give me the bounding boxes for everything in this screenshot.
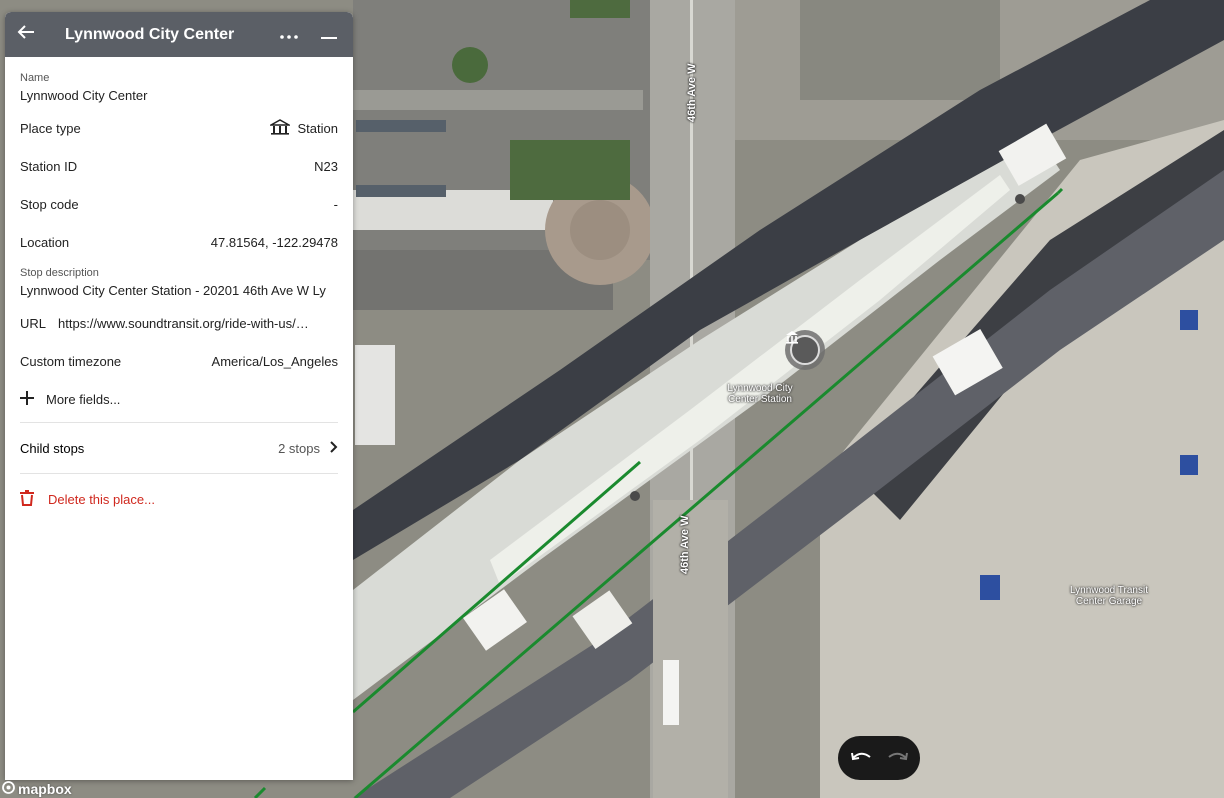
delete-label: Delete this place... [48,491,155,507]
timezone-field[interactable]: Custom timezone America/Los_Angeles [20,342,338,380]
name-label: Name [20,72,50,84]
field-list: Name Lynnwood City Center Place type Sta… [5,57,353,520]
more-icon [280,26,298,44]
more-fields-button[interactable]: More fields... [20,380,338,418]
arrow-left-icon [17,25,35,44]
stop-description-label: Stop description [20,267,99,279]
undo-button[interactable] [848,744,876,772]
panel-title: Lynnwood City Center [65,25,235,43]
garage-map-label: Lynnwood Transit Center Garage [1069,585,1148,607]
undo-redo-control [838,736,920,780]
panel-header: Lynnwood City Center [5,12,353,57]
station-id-label: Station ID [20,158,78,174]
undo-icon [848,744,876,772]
timezone-value[interactable]: America/Los_Angeles [212,354,338,369]
station-marker[interactable] [785,330,825,370]
more-options-button[interactable] [269,12,309,57]
delete-place-button[interactable]: Delete this place... [20,478,338,520]
location-label: Location [20,234,70,250]
road-label-46th-ave-bottom: 46th Ave W [679,515,691,574]
stop-description-value[interactable]: Lynnwood City Center Station - 20201 46t… [20,283,338,298]
back-button[interactable] [5,12,47,57]
minimize-button[interactable] [309,12,353,57]
more-fields-label: More fields... [46,391,121,407]
station-id-value[interactable]: N23 [314,159,338,174]
attribution-text: mapbox [18,781,72,797]
divider [20,422,338,423]
location-value[interactable]: 47.81564, -122.29478 [211,235,338,250]
name-field[interactable]: Name Lynnwood City Center [20,57,338,109]
place-type-field[interactable]: Place type Station [20,109,338,147]
timezone-label: Custom timezone [20,353,122,369]
station-icon [267,118,292,138]
redo-button[interactable] [883,744,911,772]
station-id-field[interactable]: Station ID N23 [20,147,338,185]
place-inspector-panel: Lynnwood City Center Name Lynnwood City … [5,12,353,780]
trash-icon [20,489,34,509]
url-value[interactable]: https://www.soundtransit.org/ride-with-u… [58,316,309,331]
station-map-label: Lynnwood City Center Station [727,383,793,405]
station-icon [786,331,820,365]
place-type-value: Station [297,120,338,136]
location-field[interactable]: Location 47.81564, -122.29478 [20,223,338,261]
mapbox-logo[interactable]: mapbox [2,781,72,797]
redo-icon [883,744,911,772]
stop-description-field[interactable]: Stop description Lynnwood City Center St… [20,261,338,304]
child-stops-label: Child stops [20,440,85,456]
child-stops-count: 2 stops [278,440,320,456]
stop-code-label: Stop code [20,196,79,212]
plus-icon [20,390,34,408]
minimize-icon [321,26,337,44]
name-value[interactable]: Lynnwood City Center [20,88,338,103]
divider [20,473,338,474]
stop-code-value[interactable]: - [334,197,338,212]
chevron-right-icon [330,440,338,456]
url-label: URL [20,315,47,331]
mapbox-icon [2,781,15,797]
url-field[interactable]: URL https://www.soundtransit.org/ride-wi… [20,304,338,342]
child-stops-row[interactable]: Child stops 2 stops [20,427,338,469]
road-label-46th-ave-top: 46th Ave W [686,63,698,122]
place-type-label: Place type [20,120,81,136]
stop-code-field[interactable]: Stop code - [20,185,338,223]
